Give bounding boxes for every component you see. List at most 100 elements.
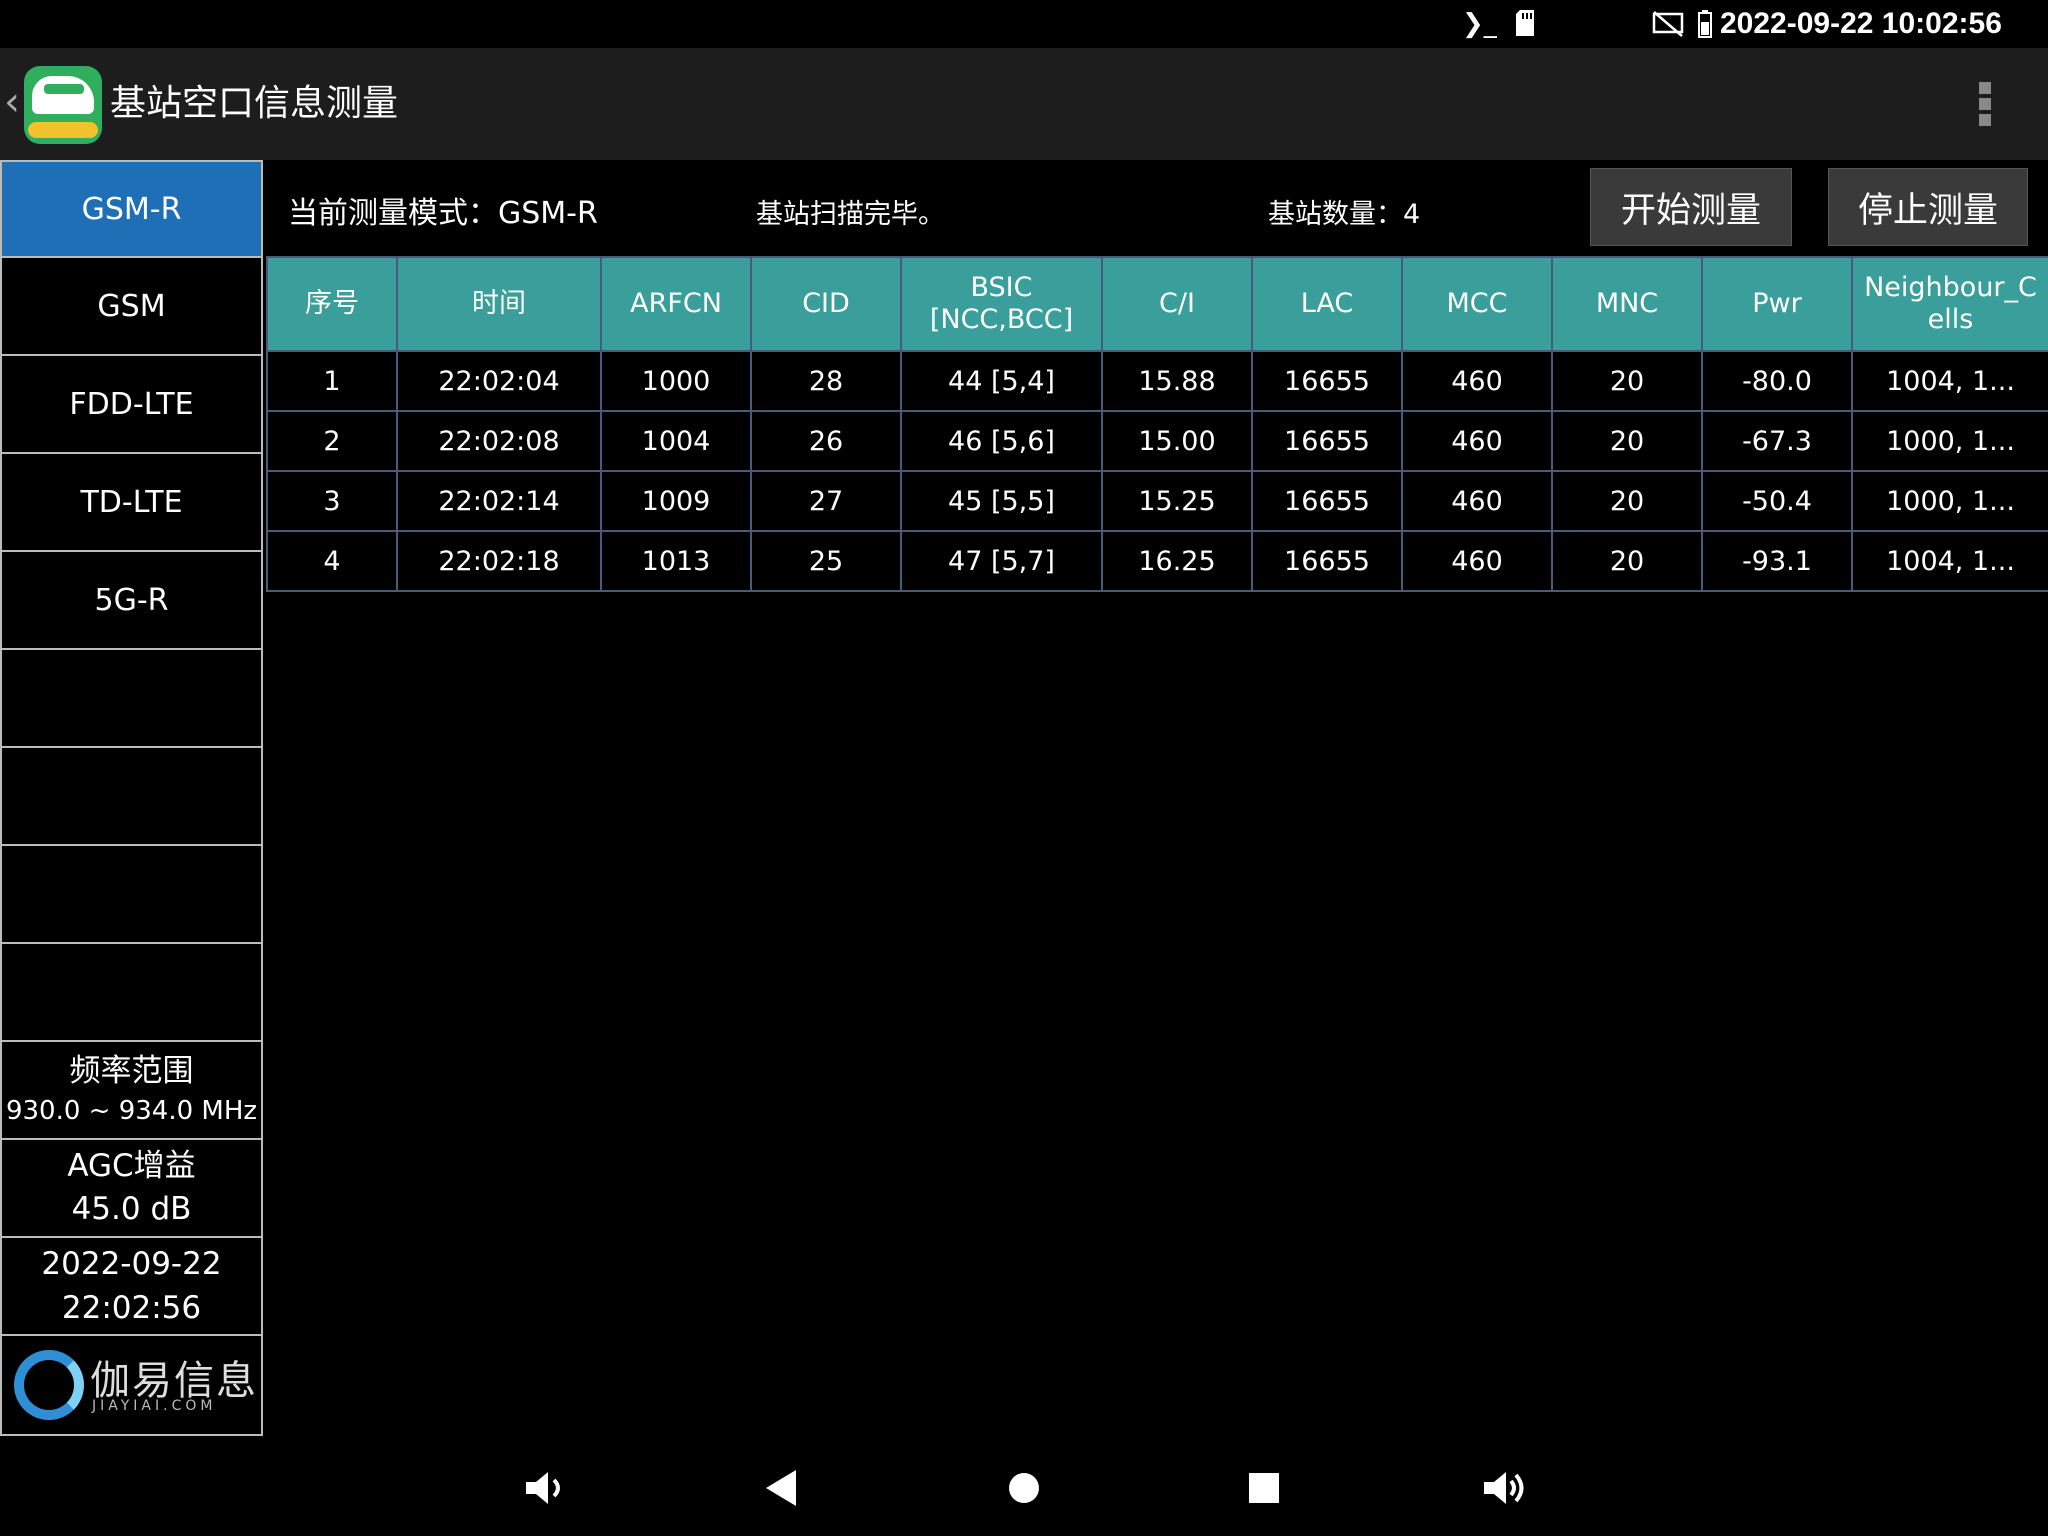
cell-bsic: 44 [5,4] xyxy=(900,350,1103,412)
company-logo-url: JIAYIAI.COM xyxy=(92,1398,217,1414)
sidebar: GSM-R GSM FDD-LTE TD-LTE 5G-R 频率范围 930.0… xyxy=(0,160,263,1440)
table-row[interactable]: 4 22:02:18 1013 25 47 [5,7] 16.25 16655 … xyxy=(266,530,2048,592)
chevron-left-icon[interactable]: ‹ xyxy=(4,82,20,122)
terminal-icon: ❯_ xyxy=(1462,9,1497,39)
cell-time: 22:02:14 xyxy=(396,470,602,532)
cell-cid: 25 xyxy=(750,530,902,592)
sidebar-item-gsm[interactable]: GSM xyxy=(0,258,263,356)
cell-pwr: -93.1 xyxy=(1701,530,1853,592)
col-header-ci[interactable]: C/I xyxy=(1101,256,1253,352)
more-vertical-icon[interactable] xyxy=(1970,78,2000,134)
cell-bsic: 46 [5,6] xyxy=(900,410,1103,472)
stop-measure-button[interactable]: 停止测量 xyxy=(1828,168,2028,246)
cell-time: 22:02:08 xyxy=(396,410,602,472)
train-window xyxy=(44,84,84,94)
cell-arfcn: 1013 xyxy=(600,530,752,592)
sidebar-item-empty[interactable] xyxy=(0,846,263,944)
sidebar-item-5g-r[interactable]: 5G-R xyxy=(0,552,263,650)
volume-down-icon[interactable] xyxy=(518,1462,570,1514)
col-header-bsic[interactable]: BSIC [NCC,BCC] xyxy=(900,256,1103,352)
cell-index: 1 xyxy=(266,350,398,412)
cell-mnc: 20 xyxy=(1551,530,1703,592)
sidebar-item-gsm-r[interactable]: GSM-R xyxy=(0,160,263,258)
scan-status-text: 基站扫描完毕。 xyxy=(756,199,945,230)
col-header-lac[interactable]: LAC xyxy=(1251,256,1403,352)
cell-time: 22:02:04 xyxy=(396,350,602,412)
cell-lac: 16655 xyxy=(1251,470,1403,532)
cell-neighbour-cells: 1004, 1... xyxy=(1851,530,2048,592)
cell-ci: 15.88 xyxy=(1101,350,1253,412)
page-title: 基站空口信息测量 xyxy=(110,83,399,124)
frequency-range-value: 930.0 ~ 934.0 MHz xyxy=(5,1096,258,1126)
col-header-index[interactable]: 序号 xyxy=(266,256,398,352)
frequency-range-panel: 频率范围 930.0 ~ 934.0 MHz xyxy=(0,1042,263,1140)
station-count-text: 基站数量：4 xyxy=(1268,199,1421,230)
cell-pwr: -80.0 xyxy=(1701,350,1853,412)
cell-cid: 27 xyxy=(750,470,902,532)
cell-neighbour-cells: 1000, 1... xyxy=(1851,470,2048,532)
cell-bsic: 45 [5,5] xyxy=(900,470,1103,532)
current-time: 22:02:56 xyxy=(61,1290,202,1326)
status-datetime: 2022-09-22 10:02:56 xyxy=(1720,7,2002,40)
agc-gain-title: AGC增益 xyxy=(67,1148,196,1184)
sidebar-item-label: TD-LTE xyxy=(80,484,183,520)
station-table: 序号 时间 ARFCN CID BSIC [NCC,BCC] C/I LAC M… xyxy=(266,256,2048,592)
table-row[interactable]: 1 22:02:04 1000 28 44 [5,4] 15.88 16655 … xyxy=(266,350,2048,412)
cell-ci: 15.00 xyxy=(1101,410,1253,472)
cell-arfcn: 1000 xyxy=(600,350,752,412)
table-row[interactable]: 3 22:02:14 1009 27 45 [5,5] 15.25 16655 … xyxy=(266,470,2048,532)
back-triangle-icon[interactable] xyxy=(756,1462,808,1514)
sidebar-item-label: 5G-R xyxy=(94,582,169,618)
sd-card-icon xyxy=(1514,10,1536,38)
sidebar-item-empty[interactable] xyxy=(0,944,263,1042)
cell-neighbour-cells: 1004, 1... xyxy=(1851,350,2048,412)
cell-bsic: 47 [5,7] xyxy=(900,530,1103,592)
sidebar-item-label: FDD-LTE xyxy=(69,386,194,422)
cell-mcc: 460 xyxy=(1401,530,1553,592)
cell-arfcn: 1009 xyxy=(600,470,752,532)
company-logo-icon xyxy=(14,1350,84,1420)
table-row[interactable]: 2 22:02:08 1004 26 46 [5,6] 15.00 16655 … xyxy=(266,410,2048,472)
cell-pwr: -67.3 xyxy=(1701,410,1853,472)
measure-mode-text: 当前测量模式：GSM-R xyxy=(288,196,598,231)
volume-up-icon[interactable] xyxy=(1478,1462,1530,1514)
col-header-mnc[interactable]: MNC xyxy=(1551,256,1703,352)
navigation-bar xyxy=(0,1440,2048,1536)
col-header-mcc[interactable]: MCC xyxy=(1401,256,1553,352)
home-circle-icon[interactable] xyxy=(998,1462,1050,1514)
cell-arfcn: 1004 xyxy=(600,410,752,472)
col-header-pwr[interactable]: Pwr xyxy=(1701,256,1853,352)
col-header-arfcn[interactable]: ARFCN xyxy=(600,256,752,352)
cell-ci: 15.25 xyxy=(1101,470,1253,532)
cell-index: 4 xyxy=(266,530,398,592)
col-header-time[interactable]: 时间 xyxy=(396,256,602,352)
app-bar: ‹ 基站空口信息测量 xyxy=(0,48,2048,160)
sidebar-item-empty[interactable] xyxy=(0,650,263,748)
cell-mcc: 460 xyxy=(1401,470,1553,532)
cell-index: 3 xyxy=(266,470,398,532)
frequency-range-title: 频率范围 xyxy=(69,1053,194,1089)
cell-mnc: 20 xyxy=(1551,410,1703,472)
col-header-neighbour-cells[interactable]: Neighbour_Cells xyxy=(1851,256,2048,352)
cell-mcc: 460 xyxy=(1401,410,1553,472)
cell-pwr: -50.4 xyxy=(1701,470,1853,532)
sidebar-item-label: GSM xyxy=(97,288,166,324)
current-date: 2022-09-22 xyxy=(41,1246,222,1282)
table-header-row: 序号 时间 ARFCN CID BSIC [NCC,BCC] C/I LAC M… xyxy=(266,256,2048,352)
col-header-cid[interactable]: CID xyxy=(750,256,902,352)
screen-cast-off-icon xyxy=(1652,10,1684,38)
sidebar-item-empty[interactable] xyxy=(0,748,263,846)
cell-index: 2 xyxy=(266,410,398,472)
agc-gain-panel: AGC增益 45.0 dB xyxy=(0,1140,263,1238)
cell-time: 22:02:18 xyxy=(396,530,602,592)
cell-mnc: 20 xyxy=(1551,470,1703,532)
battery-icon xyxy=(1698,10,1712,38)
start-measure-button[interactable]: 开始测量 xyxy=(1590,168,1792,246)
sidebar-item-td-lte[interactable]: TD-LTE xyxy=(0,454,263,552)
datetime-panel: 2022-09-22 22:02:56 xyxy=(0,1238,263,1336)
cell-cid: 28 xyxy=(750,350,902,412)
app-logo[interactable] xyxy=(24,66,102,144)
sidebar-item-fdd-lte[interactable]: FDD-LTE xyxy=(0,356,263,454)
recents-square-icon[interactable] xyxy=(1238,1462,1290,1514)
company-logo: 伽易信息 JIAYIAI.COM xyxy=(0,1336,263,1436)
